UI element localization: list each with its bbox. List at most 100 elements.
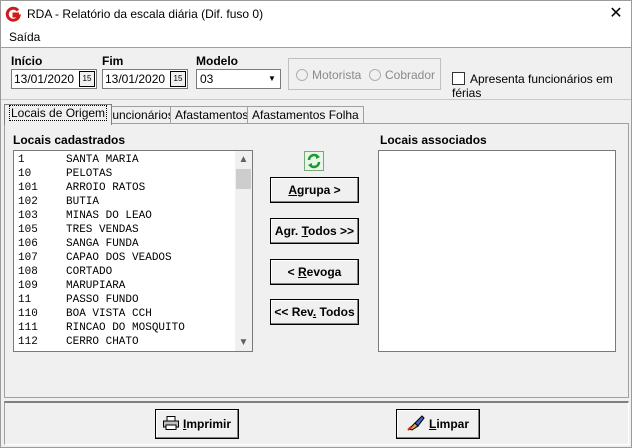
role-radio-group: Motorista Cobrador <box>288 58 441 90</box>
list-item[interactable]: 112 CERRO CHATO <box>18 335 139 349</box>
main-window: RDA - Relatório da escala diária (Dif. f… <box>0 0 632 448</box>
list-item-name: CERRO CHATO <box>66 336 139 348</box>
menu-saida[interactable]: Saída <box>9 30 40 44</box>
cobrador-label: Cobrador <box>385 68 436 82</box>
close-button[interactable]: ✕ <box>601 1 631 27</box>
agr-todos-button[interactable]: Agr. Todos >> <box>270 218 359 244</box>
list-item-code: 108 <box>18 266 38 278</box>
menu-separator <box>1 47 631 48</box>
motorista-label: Motorista <box>312 68 362 82</box>
list-item-name: TRES VENDAS <box>66 224 139 236</box>
list-item-name: SANTA MARIA <box>66 154 139 166</box>
revoga-button[interactable]: < Revoga <box>270 259 359 285</box>
limpar-button[interactable]: Limpar <box>396 409 480 439</box>
eraser-brush-icon <box>407 415 425 431</box>
tab-label: Afastamentos Folha <box>252 108 359 122</box>
list-item-code: 106 <box>18 238 38 250</box>
list-item-name: CAPAO DOS VEADOS <box>66 252 172 264</box>
list-item-name: RINCAO DO MOSQUITO <box>66 322 185 334</box>
list-item-code: 10 <box>18 168 32 180</box>
calendar-icon[interactable]: 15 <box>79 71 95 87</box>
list-item-code: 111 <box>18 322 38 334</box>
list-item[interactable]: 109 MARUPIARA <box>18 279 125 293</box>
cadastrados-list[interactable]: 1 SANTA MARIA 10 PELOTAS 101 ARROIO RATOS 102 B… <box>13 150 253 352</box>
refresh-icon[interactable] <box>304 151 324 171</box>
imprimir-button[interactable]: Imprimir <box>155 409 239 439</box>
btn-accel: A <box>288 183 297 197</box>
associados-list[interactable] <box>378 150 616 352</box>
btn-text: mprimir <box>186 417 232 431</box>
list-item-name: PASSO FUNDO <box>66 294 139 306</box>
inicio-date-value: 13/01/2020 <box>14 72 75 86</box>
inicio-date-field[interactable]: 13/01/2020 15 <box>11 69 97 89</box>
list-item[interactable]: 10 PELOTAS <box>18 167 112 181</box>
list-scrollbar[interactable]: ▲ ▼ <box>235 151 252 351</box>
scrollbar-thumb[interactable] <box>236 169 251 189</box>
cobrador-radio[interactable]: Cobrador <box>369 68 435 82</box>
app-logo-icon <box>5 6 21 22</box>
btn-text: odos >> <box>308 224 355 238</box>
menu-bar: Saída <box>1 27 631 47</box>
tab-label: Locais de Origem <box>9 105 108 121</box>
ferias-checkbox[interactable]: Apresenta funcionários em férias <box>452 72 631 100</box>
list-item[interactable]: 107 CAPAO DOS VEADOS <box>18 251 172 265</box>
list-item-code: 107 <box>18 252 38 264</box>
list-item-code: 102 <box>18 196 38 208</box>
title-bar: RDA - Relatório da escala diária (Dif. f… <box>1 1 631 27</box>
header-separator <box>1 99 631 100</box>
fim-label: Fim <box>102 54 124 68</box>
list-item-code: 105 <box>18 224 38 236</box>
list-item[interactable]: 103 MINAS DO LEAO <box>18 209 152 223</box>
motorista-radio[interactable]: Motorista <box>296 68 361 82</box>
tab-locais-origem[interactable]: Locais de Origem <box>4 104 113 125</box>
fim-date-value: 13/01/2020 <box>105 72 166 86</box>
footer-bar: Imprimir Limpar <box>4 401 629 445</box>
list-item-name: BUTIA <box>66 196 100 208</box>
cadastrados-header: Locais cadastrados <box>13 133 126 147</box>
tab-label: Afastamentos <box>175 108 249 122</box>
calendar-icon[interactable]: 15 <box>170 71 186 87</box>
chevron-down-icon[interactable]: ▼ <box>235 334 252 351</box>
modelo-select[interactable]: 03 ▼ <box>196 69 281 89</box>
btn-accel: R <box>297 265 307 279</box>
list-item-name: BOA VISTA CCH <box>66 308 152 320</box>
list-item-code: 112 <box>18 336 38 348</box>
printer-icon <box>162 416 179 430</box>
list-item[interactable]: 1 SANTA MARIA <box>18 153 139 167</box>
list-item-code: 101 <box>18 182 38 194</box>
tab-panel-locais: Locais cadastrados Locais associados 1 SA… <box>4 123 629 398</box>
list-item[interactable]: 102 BUTIA <box>18 195 99 209</box>
btn-text: Agr. <box>274 224 302 238</box>
list-item-name: SANGA FUNDA <box>66 238 139 250</box>
agrupa-button[interactable]: Agrupa > <box>270 177 359 203</box>
list-item[interactable]: 110 BOA VISTA CCH <box>18 307 152 321</box>
checkbox-icon <box>452 72 465 85</box>
ferias-label: Apresenta funcionários em férias <box>452 72 613 100</box>
associados-header: Locais associados <box>380 133 487 147</box>
list-item-name: MINAS DO LEAO <box>66 210 152 222</box>
list-item[interactable]: 101 ARROIO RATOS <box>18 181 145 195</box>
chevron-up-icon[interactable]: ▲ <box>235 151 252 168</box>
modelo-value: 03 <box>200 72 214 86</box>
btn-text: Todos <box>316 305 355 319</box>
list-item-code: 1 <box>18 154 25 166</box>
modelo-label: Modelo <box>196 54 238 68</box>
list-item[interactable]: 105 TRES VENDAS <box>18 223 139 237</box>
inicio-label: Início <box>11 54 43 68</box>
list-item[interactable]: 108 CORTADO <box>18 265 112 279</box>
fim-date-field[interactable]: 13/01/2020 15 <box>102 69 188 89</box>
radio-icon <box>296 69 308 81</box>
btn-text: << Rev <box>274 305 313 319</box>
list-item-name: ARROIO RATOS <box>66 182 146 194</box>
list-item-name: PELOTAS <box>66 168 113 180</box>
radio-icon <box>369 69 381 81</box>
list-item[interactable]: 111 RINCAO DO MOSQUITO <box>18 321 185 335</box>
chevron-down-icon[interactable]: ▼ <box>266 72 278 86</box>
list-item[interactable]: 106 SANGA FUNDA <box>18 237 139 251</box>
list-item[interactable]: 11 PASSO FUNDO <box>18 293 139 307</box>
list-item-code: 110 <box>18 308 38 320</box>
tab-label: Funcionários <box>105 108 174 122</box>
list-item-code: 109 <box>18 280 38 292</box>
btn-text: impar <box>436 417 470 431</box>
rev-todos-button[interactable]: << Rev. Todos <box>270 299 359 325</box>
